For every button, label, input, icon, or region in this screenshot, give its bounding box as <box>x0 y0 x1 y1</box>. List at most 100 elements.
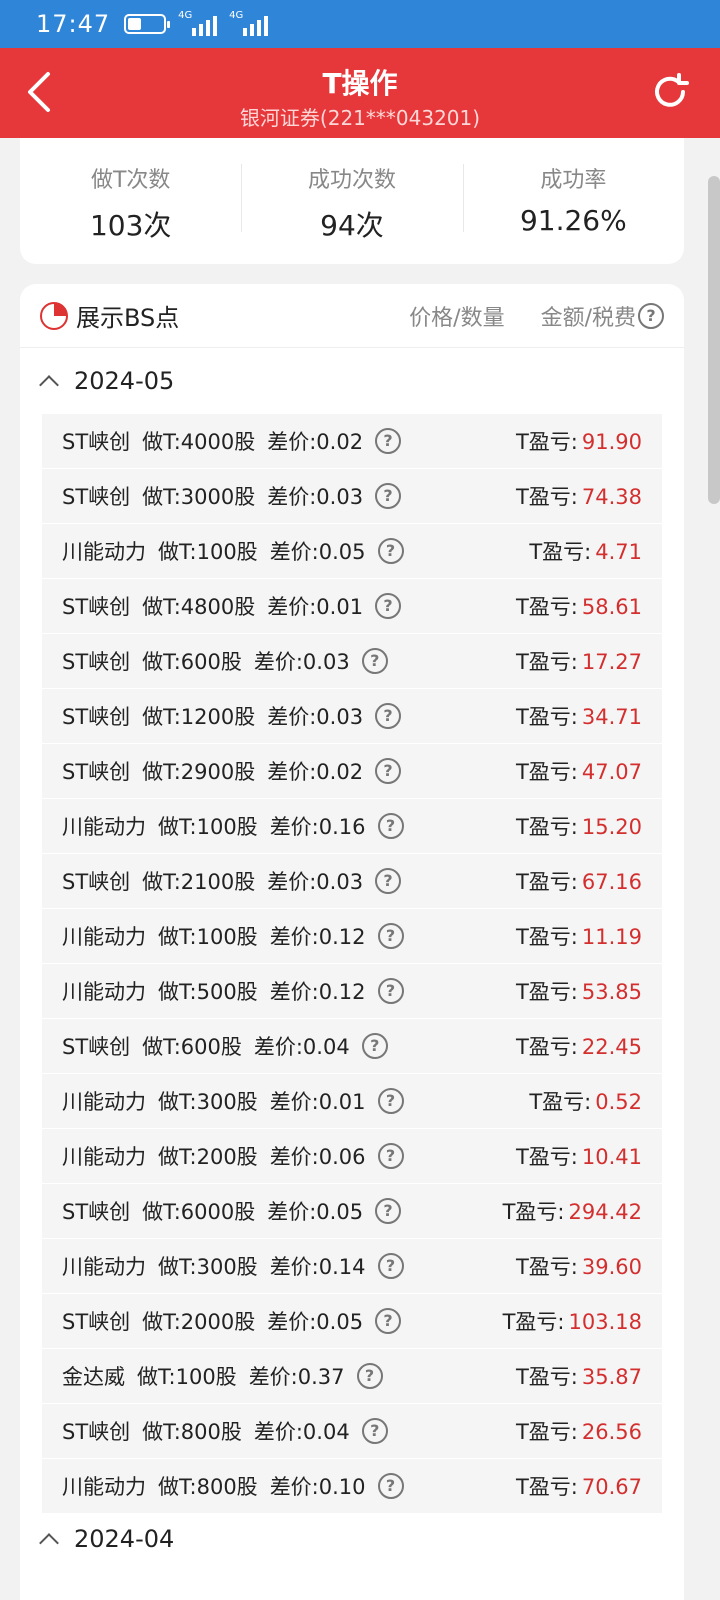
price-diff: 差价:0.02 <box>267 430 364 454</box>
trade-list-card: 展示BS点 价格/数量 金额/税费 ? 2024-05 ST峡创 做T:4000股… <box>20 284 684 1600</box>
help-icon[interactable]: ? <box>375 483 402 509</box>
chevron-up-icon <box>39 1533 59 1553</box>
profit-value: 11.19 <box>581 925 642 949</box>
stock-name: ST峡创 <box>62 430 131 454</box>
help-icon[interactable]: ? <box>375 758 402 784</box>
profit-label: T盈亏: <box>529 1090 592 1114</box>
trade-row[interactable]: ST峡创 做T:1200股 差价:0.03? T盈亏: 34.71 <box>42 689 662 744</box>
profit-loss: T盈亏: 47.07 <box>516 756 642 786</box>
stock-name: ST峡创 <box>62 760 131 784</box>
profit-label: T盈亏: <box>515 705 578 729</box>
trade-row[interactable]: 川能动力 做T:300股 差价:0.01? T盈亏: 0.52 <box>42 1074 662 1129</box>
trade-row[interactable]: ST峡创 做T:4000股 差价:0.02? T盈亏: 91.90 <box>42 414 662 469</box>
profit-value: 294.42 <box>568 1200 642 1224</box>
network-label-2: 4G <box>229 10 244 21</box>
profit-loss: T盈亏: 103.18 <box>503 1306 642 1336</box>
help-icon[interactable]: ? <box>375 428 402 454</box>
trade-quantity: 做T:100股 <box>158 540 258 564</box>
stock-name: ST峡创 <box>62 1200 131 1224</box>
pie-icon[interactable] <box>40 301 68 330</box>
stat-value: 91.26% <box>519 204 627 237</box>
trade-quantity: 做T:100股 <box>158 815 258 839</box>
profit-label: T盈亏: <box>515 925 578 949</box>
profit-label: T盈亏: <box>529 540 592 564</box>
trade-row[interactable]: 金达威 做T:100股 差价:0.37? T盈亏: 35.87 <box>42 1349 662 1404</box>
profit-loss: T盈亏: 35.87 <box>516 1361 642 1391</box>
trade-quantity: 做T:4000股 <box>142 430 256 454</box>
profit-label: T盈亏: <box>515 1365 578 1389</box>
help-icon[interactable]: ? <box>377 538 404 564</box>
trade-row[interactable]: ST峡创 做T:4800股 差价:0.01? T盈亏: 58.61 <box>42 579 662 634</box>
price-diff: 差价:0.10 <box>269 1475 366 1499</box>
help-icon[interactable]: ? <box>361 1418 388 1444</box>
profit-label: T盈亏: <box>515 870 578 894</box>
trade-list: ST峡创 做T:4000股 差价:0.02? T盈亏: 91.90 ST峡创 做T:3000… <box>20 414 684 1514</box>
profit-label: T盈亏: <box>515 815 578 839</box>
help-icon[interactable]: ? <box>377 923 404 949</box>
refresh-button[interactable] <box>650 72 690 112</box>
trade-row[interactable]: ST峡创 做T:600股 差价:0.03? T盈亏: 17.27 <box>42 634 662 689</box>
profit-label: T盈亏: <box>515 1255 578 1279</box>
trade-row[interactable]: ST峡创 做T:3000股 差价:0.03? T盈亏: 74.38 <box>42 469 662 524</box>
trade-quantity: 做T:3000股 <box>142 485 256 509</box>
trade-quantity: 做T:300股 <box>158 1090 258 1114</box>
month-header-2024-04[interactable]: 2024-04 <box>20 1506 684 1572</box>
price-diff: 差价:0.04 <box>253 1035 350 1059</box>
help-icon[interactable]: ? <box>638 302 664 329</box>
profit-loss: T盈亏: 91.90 <box>516 426 642 456</box>
trade-quantity: 做T:600股 <box>142 650 242 674</box>
stats-summary: 做T次数 103次 成功次数 94次 成功率 91.26% <box>20 138 684 264</box>
trade-row[interactable]: ST峡创 做T:2900股 差价:0.02? T盈亏: 47.07 <box>42 744 662 799</box>
price-diff: 差价:0.03 <box>267 485 364 509</box>
battery-level <box>128 18 142 30</box>
profit-value: 35.87 <box>581 1365 642 1389</box>
show-bs-toggle[interactable]: 展示BS点 <box>76 298 179 333</box>
help-icon[interactable]: ? <box>375 868 402 894</box>
profit-value: 0.52 <box>595 1090 642 1114</box>
month-header-2024-05[interactable]: 2024-05 <box>20 348 684 414</box>
help-icon[interactable]: ? <box>375 703 402 729</box>
help-icon[interactable]: ? <box>377 1253 404 1279</box>
help-icon[interactable]: ? <box>375 1198 402 1224</box>
stock-name: ST峡创 <box>62 650 131 674</box>
trade-row[interactable]: 川能动力 做T:100股 差价:0.16? T盈亏: 15.20 <box>42 799 662 854</box>
price-diff: 差价:0.01 <box>269 1090 366 1114</box>
stock-name: 川能动力 <box>62 815 146 839</box>
stat-success-count: 成功次数 94次 <box>241 138 462 264</box>
trade-row[interactable]: 川能动力 做T:500股 差价:0.12? T盈亏: 53.85 <box>42 964 662 1019</box>
status-bar: 17:47 4G 4G <box>0 0 720 48</box>
stock-name: 川能动力 <box>62 1255 146 1279</box>
help-icon[interactable]: ? <box>377 1143 404 1169</box>
price-diff: 差价:0.14 <box>269 1255 366 1279</box>
trade-row[interactable]: ST峡创 做T:6000股 差价:0.05? T盈亏: 294.42 <box>42 1184 662 1239</box>
scrollbar[interactable] <box>708 176 720 504</box>
help-icon[interactable]: ? <box>377 978 404 1004</box>
trade-row[interactable]: ST峡创 做T:600股 差价:0.04? T盈亏: 22.45 <box>42 1019 662 1074</box>
trade-row[interactable]: 川能动力 做T:100股 差价:0.05? T盈亏: 4.71 <box>42 524 662 579</box>
trade-row[interactable]: ST峡创 做T:800股 差价:0.04? T盈亏: 26.56 <box>42 1404 662 1459</box>
help-icon[interactable]: ? <box>377 1473 404 1499</box>
help-icon[interactable]: ? <box>361 1033 388 1059</box>
stock-name: ST峡创 <box>62 870 131 894</box>
trade-row[interactable]: ST峡创 做T:2000股 差价:0.05? T盈亏: 103.18 <box>42 1294 662 1349</box>
help-icon[interactable]: ? <box>375 1308 402 1334</box>
trade-row[interactable]: 川能动力 做T:100股 差价:0.12? T盈亏: 11.19 <box>42 909 662 964</box>
profit-value: 10.41 <box>581 1145 642 1169</box>
help-icon[interactable]: ? <box>356 1363 383 1389</box>
profit-loss: T盈亏: 294.42 <box>503 1196 642 1226</box>
signal-icon-2: 4G <box>229 10 269 36</box>
help-icon[interactable]: ? <box>377 813 404 839</box>
trade-quantity: 做T:4800股 <box>142 595 256 619</box>
profit-label: T盈亏: <box>515 1145 578 1169</box>
trade-row[interactable]: 川能动力 做T:200股 差价:0.06? T盈亏: 10.41 <box>42 1129 662 1184</box>
trade-row[interactable]: 川能动力 做T:300股 差价:0.14? T盈亏: 39.60 <box>42 1239 662 1294</box>
stat-label: 做T次数 <box>90 168 171 193</box>
help-icon[interactable]: ? <box>361 648 388 674</box>
stat-value: 103次 <box>89 209 172 242</box>
trade-quantity: 做T:500股 <box>158 980 258 1004</box>
profit-value: 91.90 <box>581 430 642 454</box>
help-icon[interactable]: ? <box>375 593 402 619</box>
help-icon[interactable]: ? <box>377 1088 404 1114</box>
trade-row[interactable]: ST峡创 做T:2100股 差价:0.03? T盈亏: 67.16 <box>42 854 662 909</box>
stock-name: 川能动力 <box>62 925 146 949</box>
